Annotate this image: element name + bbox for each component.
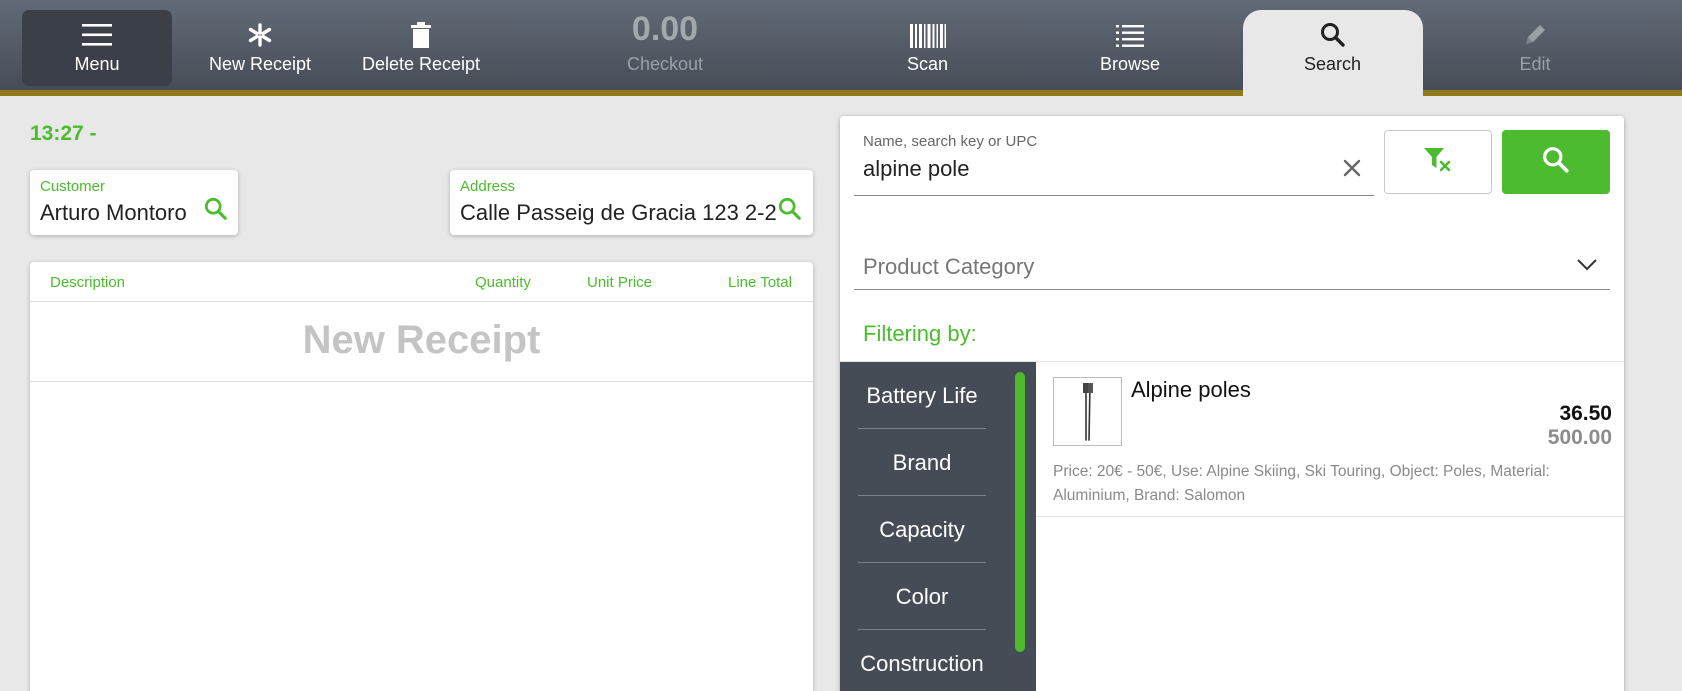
column-line-total: Line Total: [728, 274, 792, 291]
receipt-time: 13:27 -: [30, 122, 97, 145]
magnifier-icon: [1542, 146, 1570, 179]
result-item[interactable]: Alpine poles 36.50 500.00 Price: 20€ - 5…: [1036, 362, 1624, 517]
empty-receipt-title: New Receipt: [302, 318, 541, 362]
search-tab[interactable]: Search: [1240, 10, 1425, 96]
delete-receipt-label: Delete Receipt: [361, 54, 481, 74]
search-button[interactable]: [1502, 130, 1610, 194]
edit-label: Edit: [1519, 54, 1551, 74]
product-category-placeholder: Product Category: [863, 254, 1035, 279]
browse-label: Browse: [1099, 54, 1161, 74]
empty-row-divider: [30, 381, 813, 382]
menu-button[interactable]: Menu: [22, 10, 172, 86]
filtering-by-label: Filtering by:: [863, 321, 977, 346]
edit-button[interactable]: Edit: [1470, 10, 1600, 86]
chevron-down-icon: [1576, 258, 1598, 277]
scan-label: Scan: [906, 54, 949, 74]
top-toolbar: Menu New Receipt Delete Receipt 0.00 Che…: [0, 0, 1682, 96]
delete-receipt-button[interactable]: Delete Receipt: [350, 10, 492, 86]
magnifier-icon: [1320, 10, 1346, 48]
address-value: Calle Passeig de Gracia 123 2-2: [460, 200, 777, 225]
product-secondary-price: 500.00: [1547, 426, 1612, 449]
facet-battery-life[interactable]: Battery Life: [858, 362, 986, 429]
clear-filter-button[interactable]: [1384, 130, 1492, 194]
checkout-amount: 0.00: [631, 10, 699, 48]
checkout-label: Checkout: [626, 54, 704, 74]
address-search-icon[interactable]: [778, 197, 802, 226]
filter-clear-icon: [1423, 146, 1453, 179]
checkout-button[interactable]: 0.00 Checkout: [590, 10, 740, 86]
column-unit-price: Unit Price: [587, 274, 653, 291]
customer-label: Customer: [40, 178, 106, 195]
receipt-lines-panel: Description Quantity Unit Price Line Tot…: [30, 262, 813, 691]
customer-field[interactable]: Customer Arturo Montoro: [30, 170, 238, 235]
new-receipt-button[interactable]: New Receipt: [185, 10, 335, 86]
facet-construction[interactable]: Construction: [858, 630, 986, 691]
facet-color[interactable]: Color: [858, 563, 986, 630]
scan-button[interactable]: Scan: [860, 10, 995, 86]
facet-brand[interactable]: Brand: [858, 429, 986, 496]
column-quantity: Quantity: [475, 274, 531, 291]
search-input[interactable]: Name, search key or UPC alpine pole: [854, 126, 1374, 196]
pencil-icon: [1522, 10, 1548, 48]
facet-capacity[interactable]: Capacity: [858, 496, 986, 563]
address-field[interactable]: Address Calle Passeig de Gracia 123 2-2: [450, 170, 813, 235]
product-category-select[interactable]: Product Category: [854, 246, 1610, 290]
trash-icon: [410, 10, 432, 48]
header-divider: [30, 301, 813, 302]
hamburger-icon: [81, 10, 113, 48]
address-label: Address: [460, 178, 516, 195]
product-price: 36.50: [1559, 402, 1612, 425]
customer-value: Arturo Montoro: [40, 200, 187, 225]
column-description: Description: [50, 274, 126, 291]
facet-list: Battery Life Brand Capacity Color Constr…: [840, 362, 1036, 691]
search-panel: Name, search key or UPC alpine pole Prod…: [840, 116, 1624, 691]
menu-label: Menu: [74, 54, 120, 74]
product-attributes: Price: 20€ - 50€, Use: Alpine Skiing, Sk…: [1053, 463, 1550, 504]
browse-button[interactable]: Browse: [1060, 10, 1200, 86]
product-name: Alpine poles: [1131, 377, 1251, 402]
new-receipt-label: New Receipt: [208, 54, 312, 74]
barcode-icon: [909, 10, 946, 48]
product-thumbnail: [1053, 377, 1122, 446]
asterisk-icon: [247, 10, 273, 48]
customer-search-icon[interactable]: [204, 197, 228, 226]
search-input-placeholder: Name, search key or UPC: [863, 133, 1038, 150]
list-icon: [1116, 10, 1144, 48]
facet-scrollbar[interactable]: [1015, 372, 1025, 652]
search-input-value[interactable]: alpine pole: [863, 156, 969, 182]
close-icon[interactable]: [1342, 158, 1362, 183]
search-tab-label: Search: [1303, 54, 1362, 74]
